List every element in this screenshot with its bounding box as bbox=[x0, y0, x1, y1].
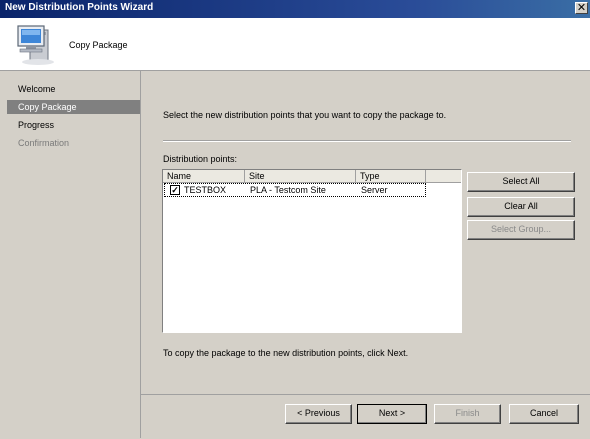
cancel-button[interactable]: Cancel bbox=[509, 404, 579, 424]
window-title: New Distribution Points Wizard bbox=[5, 2, 154, 13]
clear-all-button[interactable]: Clear All bbox=[467, 197, 575, 217]
wizard-footer: < Previous Next > Finish Cancel bbox=[141, 394, 590, 439]
list-header: Name Site Type bbox=[163, 170, 461, 183]
close-button[interactable]: ✕ bbox=[575, 2, 588, 14]
title-bar: New Distribution Points Wizard ✕ bbox=[0, 0, 590, 18]
row-site: PLA - Testcom Site bbox=[250, 185, 326, 195]
sidebar-item-confirmation: Confirmation bbox=[18, 138, 70, 148]
wizard-sidebar: Welcome Copy Package Progress Confirmati… bbox=[7, 71, 141, 438]
select-all-button[interactable]: Select All bbox=[467, 172, 575, 192]
row-type: Server bbox=[361, 185, 388, 195]
distribution-points-list[interactable]: Name Site Type ✓ TESTBOX PLA - Testcom S… bbox=[162, 169, 462, 333]
select-group-button: Select Group... bbox=[467, 220, 575, 240]
instruction-text: Select the new distribution points that … bbox=[163, 110, 447, 120]
window-edge bbox=[0, 18, 7, 438]
next-button[interactable]: Next > bbox=[357, 404, 427, 424]
column-header-name[interactable]: Name bbox=[163, 170, 245, 182]
wizard-content: Select the new distribution points that … bbox=[141, 71, 590, 394]
wizard-header: Copy Package bbox=[0, 18, 590, 71]
separator bbox=[163, 140, 571, 142]
footer-instruction: To copy the package to the new distribut… bbox=[163, 348, 409, 358]
sidebar-item-welcome[interactable]: Welcome bbox=[7, 82, 140, 96]
table-row[interactable]: ✓ TESTBOX PLA - Testcom Site Server bbox=[164, 183, 426, 197]
finish-button: Finish bbox=[434, 404, 501, 424]
computer-icon bbox=[17, 25, 54, 65]
page-title: Copy Package bbox=[69, 40, 128, 50]
previous-button[interactable]: < Previous bbox=[285, 404, 352, 424]
sidebar-item-copy-package[interactable]: Copy Package bbox=[7, 100, 140, 114]
sidebar-item-progress[interactable]: Progress bbox=[7, 118, 140, 132]
column-header-site[interactable]: Site bbox=[245, 170, 356, 182]
row-checkbox[interactable]: ✓ bbox=[170, 185, 180, 195]
column-header-type[interactable]: Type bbox=[356, 170, 426, 182]
row-name: TESTBOX bbox=[184, 185, 227, 195]
distribution-points-label: Distribution points: bbox=[163, 154, 238, 164]
